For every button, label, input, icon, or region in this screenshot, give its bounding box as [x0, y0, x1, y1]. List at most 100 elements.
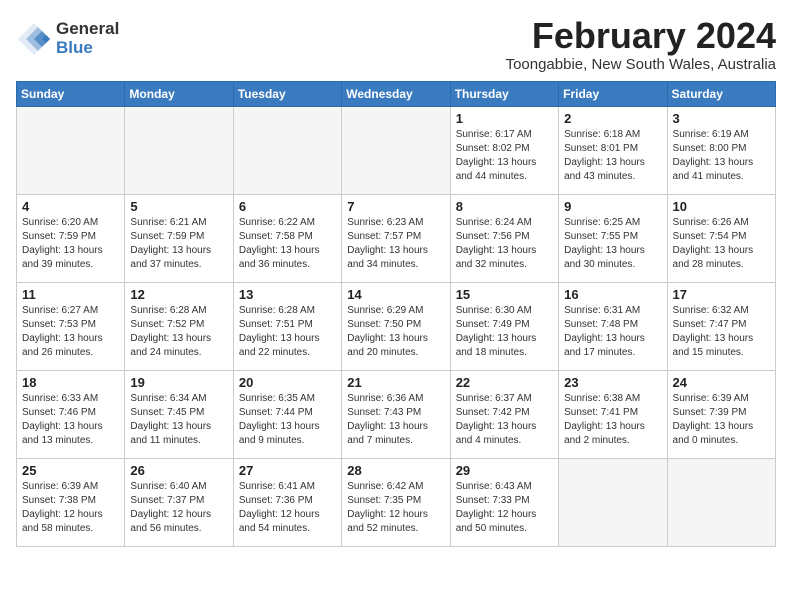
day-number: 20	[239, 375, 336, 390]
calendar-cell: 4Sunrise: 6:20 AMSunset: 7:59 PMDaylight…	[17, 194, 125, 282]
day-number: 2	[564, 111, 661, 126]
day-number: 5	[130, 199, 227, 214]
weekday-header-tuesday: Tuesday	[233, 81, 341, 106]
day-number: 9	[564, 199, 661, 214]
day-info: Sunrise: 6:40 AMSunset: 7:37 PMDaylight:…	[130, 480, 227, 536]
day-info: Sunrise: 6:43 AMSunset: 7:33 PMDaylight:…	[456, 480, 553, 536]
week-row-4: 18 Sunrise: 6:33 AMSunset: 7:46 PMDayligh…	[17, 370, 776, 458]
calendar-cell: 1 Sunrise: 6:17 AMSunset: 8:02 PMDaylight…	[450, 106, 558, 194]
day-info: Sunrise: 6:21 AMSunset: 7:59 PMDaylight:…	[130, 216, 227, 272]
day-number: 21	[347, 375, 444, 390]
calendar-cell: 20 Sunrise: 6:35 AMSunset: 7:44 PMDayligh…	[233, 370, 341, 458]
logo: General Blue	[16, 20, 119, 57]
day-number: 24	[673, 375, 770, 390]
calendar-cell: 17 Sunrise: 6:32 AMSunset: 7:47 PMDayligh…	[667, 282, 775, 370]
calendar-table: SundayMondayTuesdayWednesdayThursdayFrid…	[16, 81, 776, 547]
calendar-cell: 18 Sunrise: 6:33 AMSunset: 7:46 PMDayligh…	[17, 370, 125, 458]
day-number: 18	[22, 375, 119, 390]
day-number: 19	[130, 375, 227, 390]
day-info: Sunrise: 6:17 AMSunset: 8:02 PMDaylight:…	[456, 128, 553, 184]
logo-blue: Blue	[56, 39, 119, 58]
calendar-cell	[342, 106, 450, 194]
calendar-cell: 16 Sunrise: 6:31 AMSunset: 7:48 PMDayligh…	[559, 282, 667, 370]
day-info: Sunrise: 6:41 AMSunset: 7:36 PMDaylight:…	[239, 480, 336, 536]
day-info: Sunrise: 6:22 AMSunset: 7:58 PMDaylight:…	[239, 216, 336, 272]
title-block: February 2024 Toongabbie, New South Wale…	[506, 16, 776, 73]
logo-general: General	[56, 20, 119, 39]
calendar-cell: 11 Sunrise: 6:27 AMSunset: 7:53 PMDayligh…	[17, 282, 125, 370]
day-info: Sunrise: 6:34 AMSunset: 7:45 PMDaylight:…	[130, 392, 227, 448]
day-number: 7	[347, 199, 444, 214]
calendar-cell: 22 Sunrise: 6:37 AMSunset: 7:42 PMDayligh…	[450, 370, 558, 458]
page-header: General Blue February 2024 Toongabbie, N…	[16, 16, 776, 73]
calendar-cell: 12 Sunrise: 6:28 AMSunset: 7:52 PMDayligh…	[125, 282, 233, 370]
day-info: Sunrise: 6:18 AMSunset: 8:01 PMDaylight:…	[564, 128, 661, 184]
calendar-cell: 7Sunrise: 6:23 AMSunset: 7:57 PMDaylight…	[342, 194, 450, 282]
calendar-cell	[667, 458, 775, 546]
calendar-cell: 14 Sunrise: 6:29 AMSunset: 7:50 PMDayligh…	[342, 282, 450, 370]
day-info: Sunrise: 6:39 AMSunset: 7:39 PMDaylight:…	[673, 392, 770, 448]
day-number: 17	[673, 287, 770, 302]
day-info: Sunrise: 6:35 AMSunset: 7:44 PMDaylight:…	[239, 392, 336, 448]
weekday-header-saturday: Saturday	[667, 81, 775, 106]
calendar-cell: 26 Sunrise: 6:40 AMSunset: 7:37 PMDayligh…	[125, 458, 233, 546]
month-year: February 2024	[506, 16, 776, 56]
logo-text: General Blue	[56, 20, 119, 57]
week-row-5: 25 Sunrise: 6:39 AMSunset: 7:38 PMDayligh…	[17, 458, 776, 546]
calendar-cell: 29Sunrise: 6:43 AMSunset: 7:33 PMDayligh…	[450, 458, 558, 546]
day-info: Sunrise: 6:31 AMSunset: 7:48 PMDaylight:…	[564, 304, 661, 360]
day-number: 15	[456, 287, 553, 302]
day-info: Sunrise: 6:33 AMSunset: 7:46 PMDaylight:…	[22, 392, 119, 448]
calendar-cell: 19 Sunrise: 6:34 AMSunset: 7:45 PMDayligh…	[125, 370, 233, 458]
calendar-cell: 21Sunrise: 6:36 AMSunset: 7:43 PMDayligh…	[342, 370, 450, 458]
day-info: Sunrise: 6:28 AMSunset: 7:51 PMDaylight:…	[239, 304, 336, 360]
day-number: 27	[239, 463, 336, 478]
day-number: 22	[456, 375, 553, 390]
weekday-header-monday: Monday	[125, 81, 233, 106]
weekday-header-friday: Friday	[559, 81, 667, 106]
calendar-cell: 3 Sunrise: 6:19 AMSunset: 8:00 PMDaylight…	[667, 106, 775, 194]
day-info: Sunrise: 6:32 AMSunset: 7:47 PMDaylight:…	[673, 304, 770, 360]
day-info: Sunrise: 6:29 AMSunset: 7:50 PMDaylight:…	[347, 304, 444, 360]
day-number: 28	[347, 463, 444, 478]
day-number: 8	[456, 199, 553, 214]
day-number: 26	[130, 463, 227, 478]
calendar-cell: 25 Sunrise: 6:39 AMSunset: 7:38 PMDayligh…	[17, 458, 125, 546]
day-number: 16	[564, 287, 661, 302]
weekday-header-wednesday: Wednesday	[342, 81, 450, 106]
day-info: Sunrise: 6:28 AMSunset: 7:52 PMDaylight:…	[130, 304, 227, 360]
location: Toongabbie, New South Wales, Australia	[506, 56, 776, 73]
day-info: Sunrise: 6:27 AMSunset: 7:53 PMDaylight:…	[22, 304, 119, 360]
day-number: 12	[130, 287, 227, 302]
calendar-cell: 8 Sunrise: 6:24 AMSunset: 7:56 PMDaylight…	[450, 194, 558, 282]
day-number: 1	[456, 111, 553, 126]
week-row-2: 4Sunrise: 6:20 AMSunset: 7:59 PMDaylight…	[17, 194, 776, 282]
calendar-cell: 13 Sunrise: 6:28 AMSunset: 7:51 PMDayligh…	[233, 282, 341, 370]
day-info: Sunrise: 6:37 AMSunset: 7:42 PMDaylight:…	[456, 392, 553, 448]
day-number: 3	[673, 111, 770, 126]
calendar-cell: 24 Sunrise: 6:39 AMSunset: 7:39 PMDayligh…	[667, 370, 775, 458]
day-number: 6	[239, 199, 336, 214]
calendar-cell: 6 Sunrise: 6:22 AMSunset: 7:58 PMDaylight…	[233, 194, 341, 282]
calendar-cell: 27 Sunrise: 6:41 AMSunset: 7:36 PMDayligh…	[233, 458, 341, 546]
calendar-cell: 9 Sunrise: 6:25 AMSunset: 7:55 PMDaylight…	[559, 194, 667, 282]
calendar-cell	[559, 458, 667, 546]
day-number: 25	[22, 463, 119, 478]
week-row-3: 11 Sunrise: 6:27 AMSunset: 7:53 PMDayligh…	[17, 282, 776, 370]
day-info: Sunrise: 6:42 AMSunset: 7:35 PMDaylight:…	[347, 480, 444, 536]
week-row-1: 1 Sunrise: 6:17 AMSunset: 8:02 PMDaylight…	[17, 106, 776, 194]
day-number: 10	[673, 199, 770, 214]
day-info: Sunrise: 6:19 AMSunset: 8:00 PMDaylight:…	[673, 128, 770, 184]
day-number: 13	[239, 287, 336, 302]
day-info: Sunrise: 6:24 AMSunset: 7:56 PMDaylight:…	[456, 216, 553, 272]
day-number: 11	[22, 287, 119, 302]
day-info: Sunrise: 6:39 AMSunset: 7:38 PMDaylight:…	[22, 480, 119, 536]
day-info: Sunrise: 6:25 AMSunset: 7:55 PMDaylight:…	[564, 216, 661, 272]
day-info: Sunrise: 6:26 AMSunset: 7:54 PMDaylight:…	[673, 216, 770, 272]
calendar-cell: 2 Sunrise: 6:18 AMSunset: 8:01 PMDaylight…	[559, 106, 667, 194]
day-number: 14	[347, 287, 444, 302]
calendar-cell	[125, 106, 233, 194]
calendar-cell	[17, 106, 125, 194]
logo-icon	[16, 21, 52, 57]
day-info: Sunrise: 6:38 AMSunset: 7:41 PMDaylight:…	[564, 392, 661, 448]
